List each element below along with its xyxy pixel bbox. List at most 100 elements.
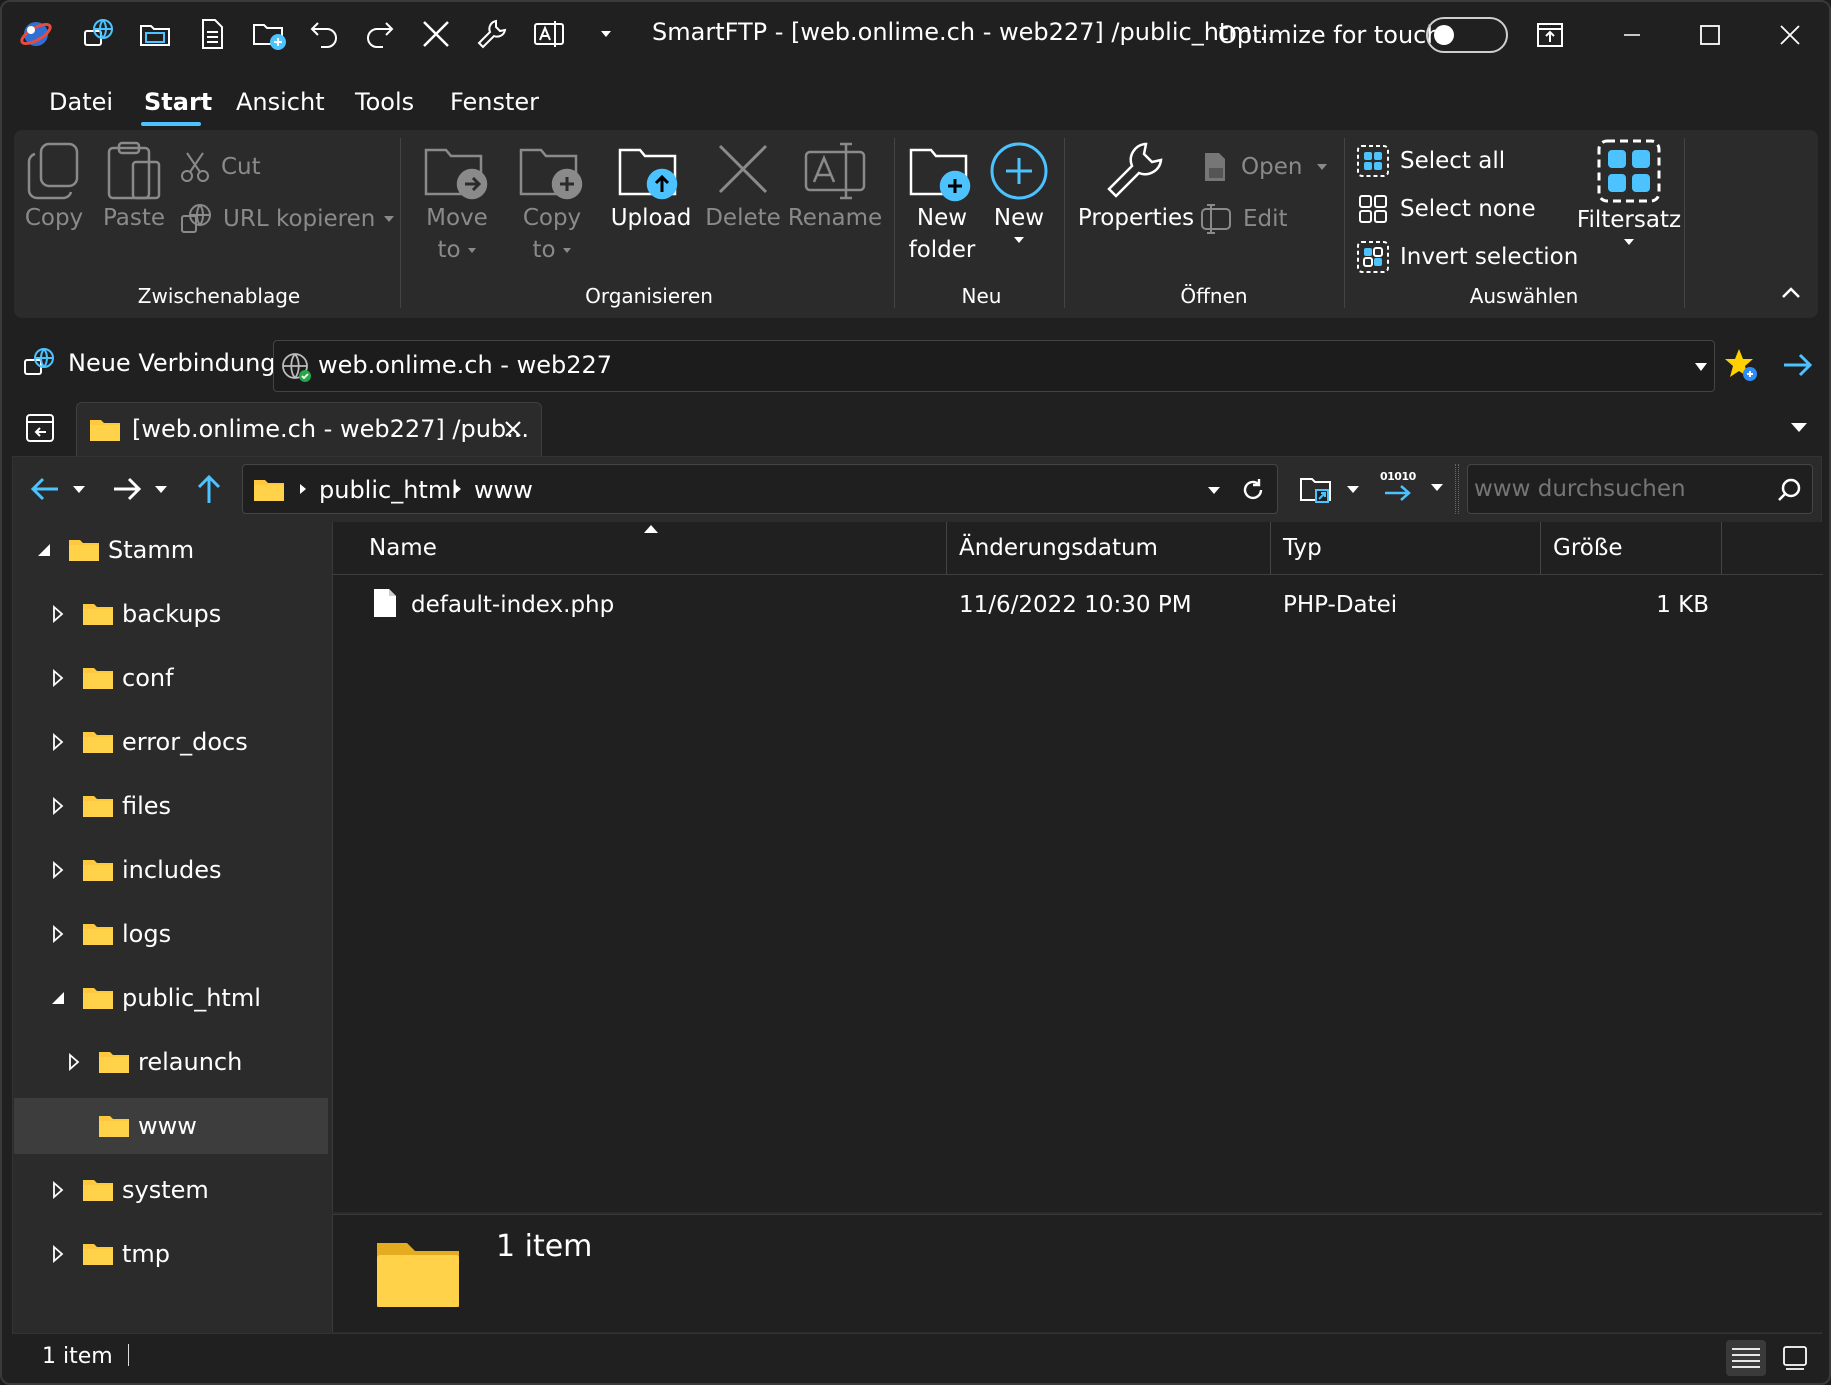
column-header-date[interactable]: Änderungsdatum <box>959 522 1269 574</box>
touch-mode-toggle[interactable] <box>1426 17 1508 53</box>
redo-icon[interactable] <box>359 14 399 54</box>
details-view-button[interactable] <box>1726 1340 1766 1376</box>
new-connection-button[interactable]: Neue Verbindung <box>22 346 276 380</box>
menu-ansicht[interactable]: Ansicht <box>236 88 325 116</box>
expanded-arrow-icon[interactable] <box>48 988 68 1008</box>
select-all-button[interactable]: Select all <box>1356 144 1505 178</box>
new-connection-icon[interactable] <box>78 14 118 54</box>
new-folder-quick-icon[interactable] <box>249 14 289 54</box>
tab-close-button[interactable] <box>501 417 525 441</box>
tree-node-conf[interactable]: conf <box>14 650 328 706</box>
tab-list-button[interactable] <box>24 412 56 444</box>
menu-start[interactable]: Start <box>144 88 212 116</box>
properties-button[interactable]: Properties <box>1074 140 1198 234</box>
select-none-button[interactable]: Select none <box>1356 192 1536 226</box>
customize-dropdown-icon[interactable] <box>586 14 626 54</box>
app-logo-icon[interactable] <box>16 14 56 54</box>
column-separator[interactable] <box>946 522 947 574</box>
breadcrumb-segment[interactable]: public_html <box>319 476 458 504</box>
local-browser-icon[interactable] <box>135 14 175 54</box>
wrench-icon[interactable] <box>472 14 512 54</box>
tree-node-logs[interactable]: logs <box>14 906 328 962</box>
maximize-button[interactable] <box>1680 14 1740 56</box>
open-button[interactable]: Open <box>1199 150 1328 184</box>
restore-layout-button[interactable] <box>1520 14 1580 56</box>
tree-node-label: backups <box>122 600 222 628</box>
tree-node-includes[interactable]: includes <box>14 842 328 898</box>
cut-button[interactable]: Cut <box>179 150 261 184</box>
collapsed-arrow-icon[interactable] <box>48 796 68 816</box>
collapsed-arrow-icon[interactable] <box>48 604 68 624</box>
tree-node-error-docs[interactable]: error_docs <box>14 714 328 770</box>
group-clipboard-label: Zwischenablage <box>137 284 301 308</box>
new-button[interactable]: New <box>984 140 1054 246</box>
tree-node-backups[interactable]: backups <box>14 586 328 642</box>
tree-node-stamm[interactable]: Stamm <box>14 522 328 578</box>
document-icon[interactable] <box>192 14 232 54</box>
menu-fenster[interactable]: Fenster <box>450 88 539 116</box>
new-folder-button[interactable]: New folder <box>904 140 980 266</box>
edit-button[interactable]: Edit <box>1199 202 1288 236</box>
connection-combobox[interactable]: web.onlime.ch - web227 <box>273 340 1715 392</box>
tree-node-files[interactable]: files <box>14 778 328 834</box>
search-icon[interactable] <box>1776 477 1802 503</box>
cancel-icon[interactable] <box>416 14 456 54</box>
column-separator[interactable] <box>1540 522 1541 574</box>
column-header-size[interactable]: Größe <box>1553 522 1713 574</box>
column-separator[interactable] <box>1270 522 1271 574</box>
search-input[interactable] <box>1474 473 1764 505</box>
collapsed-arrow-icon[interactable] <box>48 668 68 688</box>
column-separator[interactable] <box>1721 522 1722 574</box>
tree-node-relaunch[interactable]: relaunch <box>14 1034 328 1090</box>
collapsed-arrow-icon[interactable] <box>64 1052 84 1072</box>
back-button[interactable] <box>28 472 86 506</box>
collapsed-arrow-icon[interactable] <box>48 860 68 880</box>
expanded-arrow-icon[interactable] <box>34 540 54 560</box>
tree-node-label: relaunch <box>138 1048 243 1076</box>
collapse-ribbon-button[interactable] <box>1776 278 1806 308</box>
copy-button[interactable]: Copy <box>24 140 84 234</box>
toolbar-grip[interactable] <box>1455 464 1459 514</box>
chevron-down-icon <box>1014 237 1024 243</box>
url-copy-button[interactable]: URL kopieren <box>179 202 395 236</box>
path-bar[interactable]: public_html www <box>242 464 1278 514</box>
view-options-button[interactable] <box>1298 472 1360 506</box>
refresh-icon[interactable] <box>1239 476 1267 504</box>
forward-button[interactable] <box>110 472 168 506</box>
menu-tools[interactable]: Tools <box>355 88 414 116</box>
tabs-overflow-button[interactable] <box>1790 420 1808 434</box>
tree-node-www[interactable]: www <box>14 1098 328 1154</box>
collapsed-arrow-icon[interactable] <box>48 732 68 752</box>
thumbnail-view-button[interactable] <box>1778 1342 1812 1374</box>
collapsed-arrow-icon[interactable] <box>48 1244 68 1264</box>
up-button[interactable] <box>192 472 226 506</box>
rename-quick-icon[interactable] <box>529 14 569 54</box>
paste-button[interactable]: Paste <box>103 140 165 234</box>
table-row[interactable]: default-index.php 11/6/2022 10:30 PM PHP… <box>333 576 1823 636</box>
upload-button[interactable]: Upload <box>609 140 693 234</box>
invert-selection-button[interactable]: Invert selection <box>1356 240 1578 274</box>
chevron-down-icon[interactable] <box>1207 485 1221 495</box>
tab-remote-www[interactable]: [web.onlime.ch - web227] /pub... <box>76 402 542 456</box>
tree-node-system[interactable]: system <box>14 1162 328 1218</box>
column-header-name[interactable]: Name <box>369 522 909 574</box>
rename-button[interactable]: Rename <box>788 140 882 234</box>
menu-datei[interactable]: Datei <box>49 88 113 116</box>
close-button[interactable] <box>1760 14 1820 56</box>
undo-icon[interactable] <box>305 14 345 54</box>
favorites-star-button[interactable] <box>1722 346 1760 384</box>
collapsed-arrow-icon[interactable] <box>48 1180 68 1200</box>
transfer-mode-button[interactable]: 01010 <box>1380 470 1444 503</box>
delete-button[interactable]: Delete <box>705 140 781 234</box>
filtersatz-button[interactable]: Filtersatz <box>1574 138 1684 248</box>
collapsed-arrow-icon[interactable] <box>48 924 68 944</box>
chevron-down-icon <box>155 486 167 493</box>
move-to-button[interactable]: Move to <box>419 140 495 266</box>
column-header-type[interactable]: Typ <box>1283 522 1543 574</box>
minimize-button[interactable] <box>1602 14 1662 56</box>
tree-node-public-html[interactable]: public_html <box>14 970 328 1026</box>
copy-to-button[interactable]: Copy to <box>514 140 590 266</box>
tree-node-tmp[interactable]: tmp <box>14 1226 328 1282</box>
breadcrumb-segment[interactable]: www <box>474 476 533 504</box>
connect-button[interactable] <box>1780 348 1814 382</box>
